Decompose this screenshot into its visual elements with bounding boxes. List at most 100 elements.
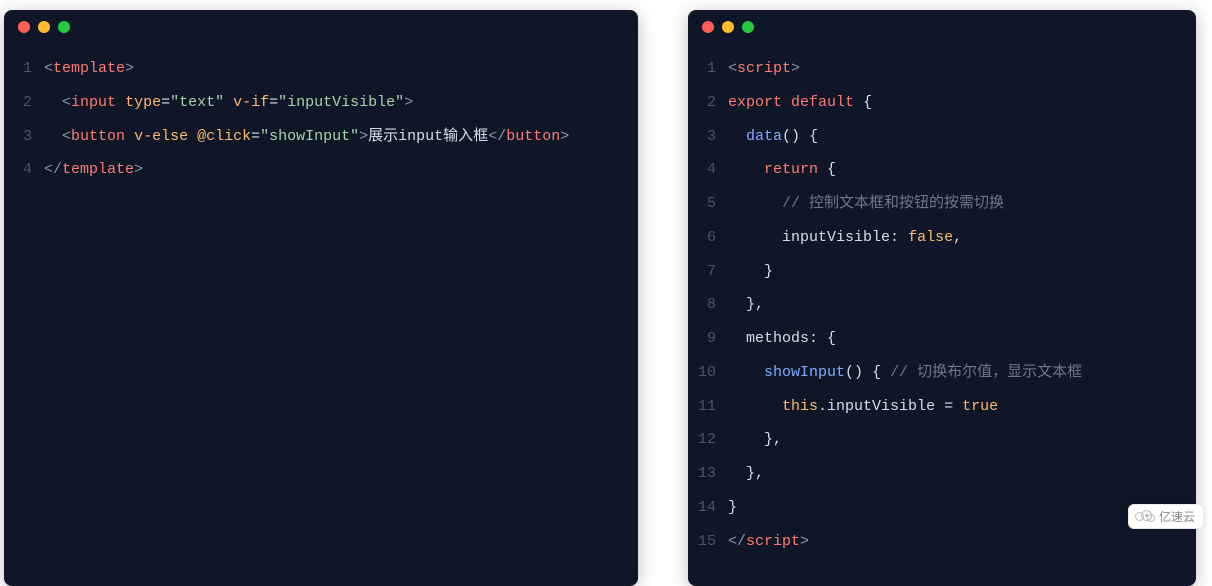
watermark-badge: 亿速云	[1128, 504, 1204, 529]
code-token: },	[746, 296, 764, 313]
code-token: ()	[782, 128, 800, 145]
line-content[interactable]: },	[728, 457, 764, 491]
code-line[interactable]: 5 // 控制文本框和按钮的按需切换	[688, 187, 1196, 221]
code-line[interactable]: 8 },	[688, 288, 1196, 322]
code-token: {	[872, 364, 881, 381]
code-token: </	[488, 128, 506, 145]
code-line[interactable]: 4</template>	[4, 153, 638, 187]
traffic-light-minimize-icon[interactable]	[38, 21, 50, 33]
code-token: template	[62, 161, 134, 178]
code-token: >	[791, 60, 800, 77]
code-token	[800, 128, 809, 145]
code-token	[863, 364, 872, 381]
line-content[interactable]: <button v-else @click="showInput">展示inpu…	[44, 120, 569, 154]
code-token	[728, 465, 746, 482]
code-token: ()	[845, 364, 863, 381]
code-token: this	[782, 398, 818, 415]
code-token: =	[161, 94, 170, 111]
line-number: 7	[688, 255, 728, 289]
code-token: default	[791, 94, 854, 111]
line-number: 10	[688, 356, 728, 390]
line-content[interactable]: methods: {	[728, 322, 836, 356]
code-token	[728, 161, 764, 178]
code-token	[728, 296, 746, 313]
code-line[interactable]: 7 }	[688, 255, 1196, 289]
cloud-icon	[1135, 510, 1155, 524]
line-content[interactable]: }	[728, 491, 737, 525]
code-line[interactable]: 1<template>	[4, 52, 638, 86]
line-number: 11	[688, 390, 728, 424]
line-content[interactable]: </script>	[728, 525, 809, 559]
code-token: data	[746, 128, 782, 145]
line-content[interactable]: this.inputVisible = true	[728, 390, 998, 424]
code-token	[728, 229, 782, 246]
code-token: inputVisible	[827, 398, 935, 415]
traffic-light-close-icon[interactable]	[702, 21, 714, 33]
line-content[interactable]: inputVisible: false,	[728, 221, 962, 255]
line-content[interactable]: },	[728, 288, 764, 322]
line-content[interactable]: export default {	[728, 86, 872, 120]
code-line[interactable]: 11 this.inputVisible = true	[688, 390, 1196, 424]
code-token: "inputVisible"	[278, 94, 404, 111]
code-token: >	[134, 161, 143, 178]
line-content[interactable]: </template>	[44, 153, 143, 187]
line-content[interactable]: <script>	[728, 52, 800, 86]
code-token: template	[53, 60, 125, 77]
traffic-light-zoom-icon[interactable]	[58, 21, 70, 33]
code-token: true	[962, 398, 998, 415]
code-line[interactable]: 15</script>	[688, 525, 1196, 559]
code-line[interactable]: 3 <button v-else @click="showInput">展示in…	[4, 120, 638, 154]
code-line[interactable]: 13 },	[688, 457, 1196, 491]
traffic-light-zoom-icon[interactable]	[742, 21, 754, 33]
code-line[interactable]: 3 data() {	[688, 120, 1196, 154]
line-number: 1	[688, 52, 728, 86]
code-token: <	[62, 94, 71, 111]
line-content[interactable]: // 控制文本框和按钮的按需切换	[728, 187, 1004, 221]
code-line[interactable]: 14}	[688, 491, 1196, 525]
code-line[interactable]: 2 <input type="text" v-if="inputVisible"…	[4, 86, 638, 120]
code-line[interactable]: 1<script>	[688, 52, 1196, 86]
line-number: 2	[4, 86, 44, 120]
code-token	[728, 398, 782, 415]
code-token	[881, 364, 890, 381]
code-line[interactable]: 12 },	[688, 423, 1196, 457]
code-token: "showInput"	[260, 128, 359, 145]
code-token	[935, 398, 944, 415]
code-token: }	[728, 499, 737, 516]
code-token	[125, 128, 134, 145]
code-token: },	[746, 465, 764, 482]
code-token: :	[809, 330, 827, 347]
code-block-template[interactable]: 1<template>2 <input type="text" v-if="in…	[4, 44, 638, 215]
code-token: {	[827, 330, 836, 347]
line-number: 3	[4, 120, 44, 154]
code-token	[44, 94, 62, 111]
code-line[interactable]: 9 methods: {	[688, 322, 1196, 356]
code-line[interactable]: 4 return {	[688, 153, 1196, 187]
code-token: {	[863, 94, 872, 111]
code-line[interactable]: 10 showInput() { // 切换布尔值，显示文本框	[688, 356, 1196, 390]
line-content[interactable]: <input type="text" v-if="inputVisible">	[44, 86, 413, 120]
line-content[interactable]: return {	[728, 153, 836, 187]
code-block-script[interactable]: 1<script>2export default {3 data() {4 re…	[688, 44, 1196, 586]
traffic-light-close-icon[interactable]	[18, 21, 30, 33]
code-token: >	[800, 533, 809, 550]
line-content[interactable]: },	[728, 423, 782, 457]
line-content[interactable]: <template>	[44, 52, 134, 86]
code-line[interactable]: 2export default {	[688, 86, 1196, 120]
line-number: 9	[688, 322, 728, 356]
line-number: 8	[688, 288, 728, 322]
code-token: }	[764, 263, 773, 280]
code-token: return	[764, 161, 818, 178]
code-token: =	[251, 128, 260, 145]
line-content[interactable]: showInput() { // 切换布尔值，显示文本框	[728, 356, 1082, 390]
code-line[interactable]: 6 inputVisible: false,	[688, 221, 1196, 255]
line-content[interactable]: }	[728, 255, 773, 289]
line-number: 12	[688, 423, 728, 457]
traffic-light-minimize-icon[interactable]	[722, 21, 734, 33]
code-token: {	[809, 128, 818, 145]
code-token: ,	[953, 229, 962, 246]
line-content[interactable]: data() {	[728, 120, 818, 154]
code-token: type	[125, 94, 161, 111]
code-token	[188, 128, 197, 145]
line-number: 5	[688, 187, 728, 221]
